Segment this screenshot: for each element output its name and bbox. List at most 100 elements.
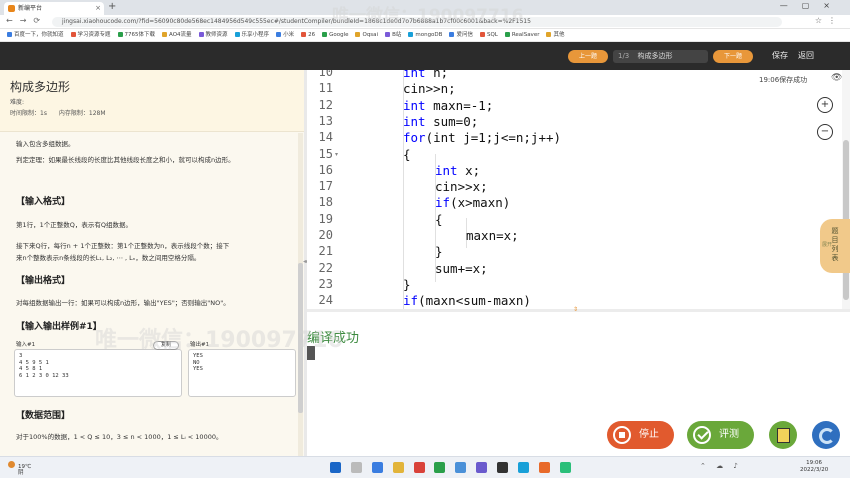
bookmark-item[interactable]: RealSaver (504, 29, 539, 41)
problem-index: 1/3 (618, 52, 630, 60)
notes-icon[interactable] (769, 421, 797, 449)
code-line[interactable]: sum+=x; (435, 261, 488, 276)
eye-icon[interactable]: 👁 (831, 73, 842, 83)
taskbar-clock[interactable]: 19:06 2022/3/20 (800, 460, 828, 474)
app-icon[interactable] (455, 462, 467, 473)
bookmark-icon (276, 32, 282, 37)
weather-widget[interactable]: 19℃ 阴 (8, 461, 31, 476)
code-line[interactable]: { (403, 147, 411, 162)
app-icon[interactable] (413, 462, 425, 473)
editor-scrollbar[interactable] (842, 70, 850, 309)
app-icon[interactable] (538, 462, 550, 473)
code-line[interactable]: int n; (403, 70, 448, 80)
problem-list-tab[interactable]: 题目列表 展开 (820, 219, 850, 273)
folder-icon[interactable] (392, 462, 404, 473)
bookmark-item[interactable]: AO4流量 (162, 29, 192, 41)
bookmark-item[interactable]: SQL (479, 29, 498, 41)
search-icon[interactable] (350, 462, 362, 473)
code-keyword: for (403, 130, 426, 146)
code-line[interactable]: cin>>n; (403, 81, 456, 96)
bookmark-item[interactable]: 小米 (276, 29, 294, 41)
bookmark-label: 爱问信 (456, 32, 473, 38)
browser-toolbar-icons[interactable]: ☆⋮ (815, 16, 842, 25)
taskbar-apps (330, 462, 578, 474)
code-line[interactable]: int x; (435, 163, 480, 178)
zoom-out-icon[interactable]: − (817, 124, 833, 140)
code-editor[interactable]: 19:06保存成功 👁 + − 10 int n; 11 cin>>n; 12 int m… (307, 70, 850, 309)
new-tab-icon[interactable]: + (108, 1, 116, 12)
app-icon[interactable] (517, 462, 529, 473)
line-number: 18 (318, 195, 333, 210)
line-number: 15 (318, 146, 333, 161)
fold-toggle-icon[interactable]: ▾ (335, 151, 338, 158)
code-line[interactable]: for(int j=1;j<=n;j++) (403, 130, 561, 145)
chrome-icon[interactable] (434, 462, 446, 473)
bookmark-item[interactable]: 26 (301, 29, 315, 41)
refresh-icon[interactable] (812, 421, 840, 449)
weather-desc: 阴 (18, 470, 24, 476)
next-problem-button[interactable]: 下一题 (713, 50, 753, 63)
bookmark-item[interactable]: 爱问信 (449, 29, 473, 41)
code-text: (int j=1;j<=n;j++) (425, 130, 562, 146)
system-tray[interactable]: ⌃ ☁ ♪ (700, 462, 742, 470)
bookmark-item[interactable]: 其他 (546, 29, 564, 41)
bookmark-item[interactable]: Oqsai (355, 29, 378, 41)
bookmark-item[interactable]: 学习资源专题 (70, 29, 111, 41)
bookmark-item[interactable]: 乐享小程序 (234, 29, 269, 41)
sample-input-label: 输入#1 (16, 342, 36, 348)
bookmark-label: Google (329, 32, 349, 38)
terminal-icon[interactable] (497, 462, 508, 473)
bookmark-label: 教师资源 (205, 32, 228, 38)
bookmark-item[interactable]: Google (322, 29, 349, 41)
code-line[interactable]: maxn=x; (466, 228, 519, 243)
judge-button[interactable]: 评测 (687, 421, 754, 449)
window-controls[interactable]: —▢× (780, 1, 844, 10)
close-tab-icon[interactable]: × (95, 2, 101, 15)
taskbar-date: 2022/3/20 (800, 467, 829, 473)
app-icon[interactable] (476, 462, 488, 473)
code-line[interactable]: int maxn=-1; (403, 98, 493, 113)
save-button[interactable]: 保存 (772, 50, 788, 61)
code-keyword: int (435, 162, 458, 178)
start-icon[interactable] (330, 462, 341, 473)
input-format-line-1: 第1行，1个正整数Q，表示有Q组数据。 (16, 221, 133, 229)
bookmark-item[interactable]: B站 (385, 29, 401, 41)
prev-problem-button[interactable]: 上一题 (568, 50, 608, 63)
browser-tab[interactable]: 新编平台 × (4, 2, 104, 15)
difficulty-label: 难度: (10, 99, 25, 106)
bookmark-icon (198, 32, 204, 37)
stop-button[interactable]: 停止 (607, 421, 674, 449)
code-text: cin>>n; (403, 81, 456, 97)
bookmark-item[interactable]: mongoDB (408, 29, 442, 41)
bookmark-item[interactable]: 百度一下，你就知道 (7, 29, 64, 41)
stop-button-label: 停止 (639, 429, 659, 440)
watermark: 唯一微信：190097716 (95, 328, 343, 353)
code-line[interactable]: } (435, 244, 443, 259)
problem-selector[interactable]: 1/3 构成多边形 (613, 50, 708, 63)
code-line[interactable]: } (403, 277, 411, 292)
code-line[interactable]: if(maxn<sum-maxn) (403, 293, 531, 308)
bookmark-item[interactable]: 7765体下载 (117, 29, 155, 41)
code-line[interactable]: if(x>maxn) (435, 195, 510, 210)
output-console[interactable]: 编译成功 停止 评测 (307, 312, 850, 456)
taskbar-time: 19:06 (806, 460, 823, 466)
line-number: 12 (318, 97, 333, 112)
back-button[interactable]: 返回 (798, 50, 814, 61)
nav-buttons[interactable]: ←→⟳ (6, 16, 47, 25)
bookmark-item[interactable]: 教师资源 (198, 29, 228, 41)
site-favicon-icon (8, 5, 15, 12)
taskbar: 19℃ 阴 ⌃ ☁ ♪ 19:06 2022/3/20 (0, 456, 850, 478)
zoom-in-icon[interactable]: + (817, 97, 833, 113)
code-text: } (403, 276, 411, 292)
problem-scrollbar[interactable] (298, 133, 303, 456)
sample-input-box[interactable]: 3 4 5 9 5 1 4 5 8 1 6 1 2 3 0 12 33 (14, 349, 182, 397)
wechat-icon[interactable] (559, 462, 571, 473)
code-line[interactable]: { (435, 212, 443, 227)
problem-title: 构成多边形 (10, 80, 71, 94)
code-line[interactable]: cin>>x; (435, 179, 488, 194)
line-number: 24 (318, 293, 333, 308)
code-line[interactable]: int sum=0; (403, 114, 478, 129)
edge-icon[interactable] (371, 462, 383, 473)
code-text: n; (425, 70, 449, 80)
sample-output-box[interactable]: YES NO YES (188, 349, 296, 397)
